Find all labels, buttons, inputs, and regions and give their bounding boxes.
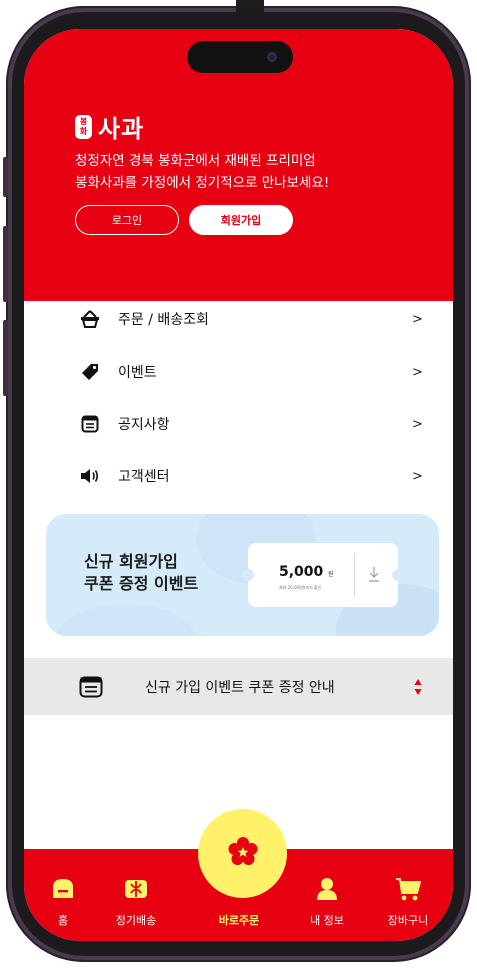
signup-coupon-banner[interactable]: 신규 회원가입 쿠폰 증정 이벤트 5,000 원 최대 20,000원까지 할… <box>46 514 439 636</box>
banner-title: 신규 회원가입 쿠폰 증정 이벤트 <box>84 552 199 593</box>
tab-my-info[interactable]: 내 정보 <box>292 849 362 941</box>
logo-text: 사과 <box>98 115 145 143</box>
tab-label: 홈 <box>57 914 69 927</box>
home-icon <box>51 877 75 903</box>
hero-description: 청정자연 경북 봉화군에서 재배된 프리미엄 봉화사과를 가정에서 정기적으로 … <box>75 153 330 191</box>
cart-icon <box>395 877 421 905</box>
chevron-right-icon: > <box>412 468 423 484</box>
coupon-unit: 원 <box>328 571 334 578</box>
logo-badge-char-1: 봉 <box>79 116 88 126</box>
mute-switch <box>3 157 8 197</box>
dynamic-island <box>187 41 293 73</box>
chevron-right-icon: > <box>412 311 423 327</box>
login-button[interactable]: 로그인 <box>75 205 179 235</box>
app-screen: 봉 화 사과 청정자연 경북 봉화군에서 재배된 프리미엄 봉화사과를 가정에서… <box>24 29 453 941</box>
tab-label: 내 정보 <box>310 914 344 927</box>
gift-icon <box>124 877 148 903</box>
notice-icon <box>80 414 100 434</box>
tab-home[interactable]: 홈 <box>38 849 88 941</box>
banner-decoration <box>56 604 196 636</box>
tag-icon <box>80 362 100 382</box>
notice-text: 신규 가입 이벤트 쿠폰 증정 안내 <box>145 680 335 696</box>
user-icon <box>316 877 338 905</box>
menu-item-label: 공지사항 <box>118 417 170 433</box>
tab-subscription[interactable]: 정기배송 <box>100 849 172 941</box>
speaker-icon <box>80 466 100 486</box>
download-icon[interactable] <box>364 561 384 587</box>
menu-item-support[interactable]: 고객센터 > <box>24 456 453 496</box>
logo-badge: 봉 화 <box>75 114 92 139</box>
chevron-right-icon: > <box>412 416 423 432</box>
list-icon <box>79 676 103 702</box>
quick-order-button[interactable] <box>198 809 287 898</box>
join-button[interactable]: 회원가입 <box>189 205 293 235</box>
brand-logo[interactable]: 봉 화 사과 <box>75 109 144 144</box>
tab-cart[interactable]: 장바구니 <box>372 849 444 941</box>
coupon-note: 최대 20,000원까지 할인 <box>279 585 322 590</box>
basket-icon <box>80 309 100 329</box>
apple-flower-icon <box>228 836 258 871</box>
coupon-amount: 5,000 <box>279 564 324 580</box>
tab-label: 장바구니 <box>387 914 429 927</box>
volume-up-button <box>3 226 8 302</box>
volume-down-button <box>3 320 8 396</box>
menu-item-label: 고객센터 <box>118 469 170 485</box>
menu-item-label: 주문 / 배송조회 <box>118 312 209 328</box>
logo-badge-char-2: 화 <box>79 126 88 136</box>
menu-item-order[interactable]: 주문 / 배송조회 > <box>24 299 453 339</box>
menu-item-event[interactable]: 이벤트 > <box>24 352 453 392</box>
notice-bar[interactable]: 신규 가입 이벤트 쿠폰 증정 안내 <box>24 658 453 715</box>
phone-top-accent <box>236 0 264 14</box>
front-camera-icon <box>267 52 277 62</box>
menu-item-label: 이벤트 <box>118 365 157 381</box>
tab-label: 정기배송 <box>115 914 157 927</box>
menu-item-notice[interactable]: 공지사항 > <box>24 404 453 444</box>
coupon-card[interactable]: 5,000 원 최대 20,000원까지 할인 <box>242 543 404 607</box>
up-down-icon[interactable] <box>414 678 422 700</box>
chevron-right-icon: > <box>412 364 423 380</box>
tab-label: 바로주문 <box>218 914 260 927</box>
coupon-divider <box>354 553 355 597</box>
